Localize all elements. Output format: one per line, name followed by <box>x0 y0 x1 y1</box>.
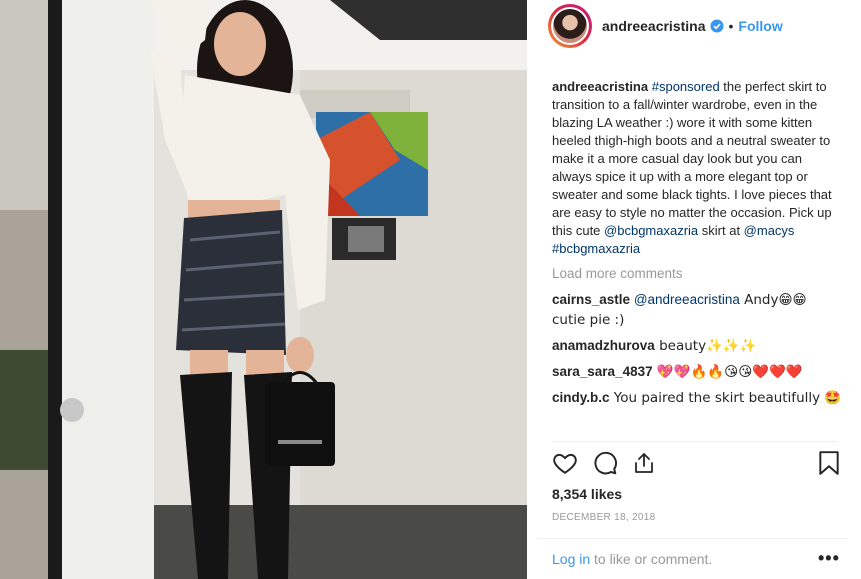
load-more-comments[interactable]: Load more comments <box>552 266 683 281</box>
post-header: andreeacristina • Follow <box>538 0 848 52</box>
bookmark-icon[interactable] <box>818 450 840 481</box>
heart-icon[interactable] <box>552 450 578 481</box>
more-options-icon[interactable]: ••• <box>818 548 840 569</box>
comment-text: You paired the skirt beautifully 🤩 <box>609 390 842 406</box>
header-username[interactable]: andreeacristina <box>602 18 706 34</box>
comment-item: anamadzhurova beauty✨✨✨ <box>552 336 844 356</box>
divider <box>538 538 848 539</box>
comment-item: cairns_astle @andreeacristina Andy😁😁 cut… <box>552 290 844 330</box>
post-side-panel: andreeacristina • Follow andreeacristina… <box>538 0 848 579</box>
comment-username[interactable]: cairns_astle <box>552 292 630 307</box>
comment-username[interactable]: anamadzhurova <box>552 338 655 353</box>
caption-text: the perfect skirt to transition to a fal… <box>552 79 832 238</box>
caption-hashtag-2[interactable]: #bcbgmaxazria <box>552 241 640 256</box>
caption-text-2: skirt at <box>698 223 744 238</box>
likes-count[interactable]: 8,354 likes <box>552 486 622 502</box>
login-prompt: Log in to like or comment. <box>552 551 712 567</box>
divider <box>552 441 838 442</box>
post-caption: andreeacristina #sponsored the perfect s… <box>552 78 842 258</box>
verified-badge-icon <box>710 19 724 33</box>
action-bar <box>552 450 842 480</box>
post-date: DECEMBER 18, 2018 <box>552 512 656 523</box>
share-icon[interactable] <box>632 450 656 481</box>
comment-text: beauty✨✨✨ <box>654 338 757 354</box>
comment-mention[interactable]: @andreeacristina <box>634 292 740 307</box>
comment-item: sara_sara_4837 💖💖🔥🔥😘😘❤️❤️❤️ <box>552 362 844 382</box>
comment-username[interactable]: sara_sara_4837 <box>552 364 653 379</box>
login-link[interactable]: Log in <box>552 551 590 567</box>
comment-icon[interactable] <box>592 450 618 481</box>
caption-hashtag[interactable]: #sponsored <box>652 79 720 94</box>
comment-username[interactable]: cindy.b.c <box>552 390 610 405</box>
caption-mention-macys[interactable]: @macys <box>744 223 795 238</box>
comment-text: 💖💖🔥🔥😘😘❤️❤️❤️ <box>652 364 803 380</box>
comments-list: cairns_astle @andreeacristina Andy😁😁 cut… <box>552 290 844 414</box>
login-text: to like or comment. <box>590 551 713 567</box>
comment-item: cindy.b.c You paired the skirt beautiful… <box>552 388 844 408</box>
post-photo[interactable] <box>0 0 527 579</box>
caption-username[interactable]: andreeacristina <box>552 79 648 94</box>
separator-dot: • <box>728 18 734 34</box>
avatar[interactable] <box>548 4 592 48</box>
photo-illustration <box>0 0 527 579</box>
follow-button[interactable]: Follow <box>738 18 782 34</box>
caption-mention[interactable]: @bcbgmaxazria <box>604 223 698 238</box>
